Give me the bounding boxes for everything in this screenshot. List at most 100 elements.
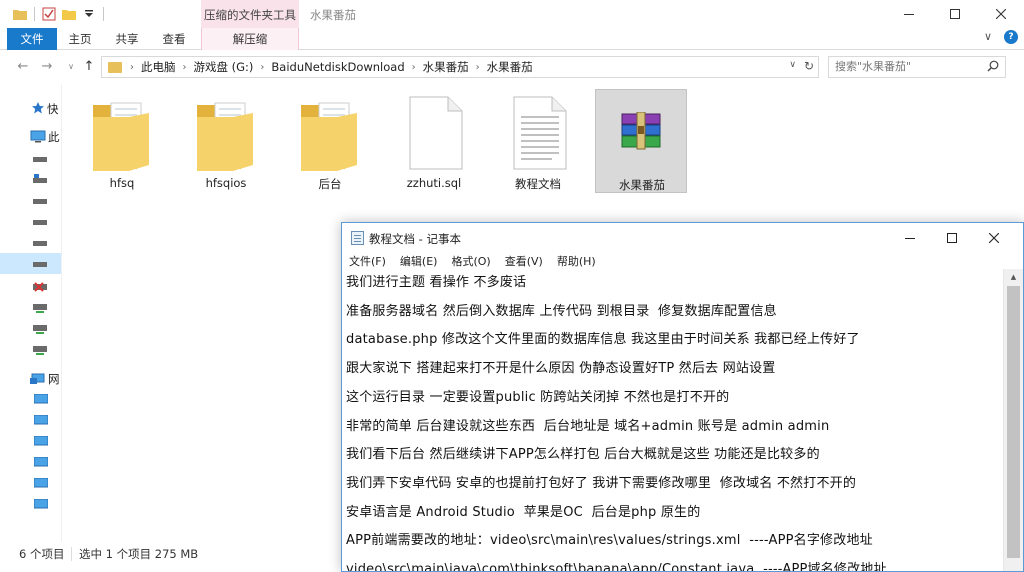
item-name: 教程文档 bbox=[515, 177, 561, 191]
nav-label: 快 bbox=[47, 101, 59, 116]
breadcrumb-this-pc[interactable]: 此电脑 bbox=[141, 59, 176, 75]
nav-network[interactable]: 网 bbox=[0, 368, 61, 389]
selection-info: 选中 1 个项目 275 MB bbox=[79, 547, 199, 561]
notepad-close-button[interactable] bbox=[974, 224, 1014, 252]
nav-drive[interactable] bbox=[0, 148, 61, 169]
ribbon-controls: ∨ ? bbox=[984, 30, 1018, 44]
network-drive-icon bbox=[33, 304, 47, 313]
item-name: zzhuti.sql bbox=[406, 176, 462, 190]
window-title: 水果番茄 bbox=[310, 8, 356, 22]
nav-drive[interactable] bbox=[0, 211, 61, 232]
nav-network-computer[interactable] bbox=[0, 452, 61, 473]
refresh-icon[interactable]: ↻ bbox=[804, 59, 814, 73]
notepad-icon bbox=[351, 231, 364, 245]
nav-drive-selected[interactable] bbox=[0, 253, 61, 274]
search-icon[interactable] bbox=[987, 60, 999, 72]
menu-view[interactable]: 查看(V) bbox=[505, 253, 543, 269]
file-item[interactable]: 教程文档 bbox=[492, 89, 584, 193]
context-tab-group-title: 压缩的文件夹工具 bbox=[201, 0, 299, 28]
text-line: database.php 修改这个文件里面的数据库信息 我这里由于时间关系 我都… bbox=[346, 332, 860, 348]
nav-network-drive[interactable] bbox=[0, 276, 61, 297]
tab-share[interactable]: 共享 bbox=[107, 28, 147, 50]
breadcrumb-drive[interactable]: 游戏盘 (G:) bbox=[194, 59, 254, 75]
drive-icon bbox=[33, 157, 47, 162]
item-name: hfsq bbox=[109, 176, 135, 190]
tab-file[interactable]: 文件 bbox=[7, 28, 57, 50]
text-line: 这个运行目录 一定要设置public 防跨站关闭掉 不然也是打不开的 bbox=[346, 389, 730, 405]
nav-label: 此 bbox=[48, 129, 60, 144]
nav-network-computer[interactable] bbox=[0, 410, 61, 431]
scroll-up-icon[interactable]: ▲ bbox=[1004, 269, 1023, 286]
tab-extract[interactable]: 解压缩 bbox=[201, 28, 299, 50]
text-line: 准备服务器域名 然后倒入数据库 上传代码 到根目录 修复数据库配置信息 bbox=[346, 303, 777, 319]
menu-help[interactable]: 帮助(H) bbox=[557, 253, 596, 269]
nav-label: 网 bbox=[48, 371, 60, 386]
network-drive-icon bbox=[33, 325, 47, 334]
menu-format[interactable]: 格式(O) bbox=[451, 253, 490, 269]
expand-ribbon-icon[interactable]: ∨ bbox=[984, 30, 992, 44]
scrollbar-thumb[interactable] bbox=[1007, 286, 1020, 558]
breadcrumb-download[interactable]: BaiduNetdiskDownload bbox=[271, 60, 404, 74]
item-name: 后台 bbox=[318, 177, 342, 191]
menu-edit[interactable]: 编辑(E) bbox=[400, 253, 438, 269]
folder-icon bbox=[301, 102, 357, 171]
nav-network-computer[interactable] bbox=[0, 431, 61, 452]
nav-this-pc[interactable]: 此 bbox=[0, 126, 61, 147]
notepad-menubar: 文件(F) 编辑(E) 格式(O) 查看(V) 帮助(H) bbox=[342, 253, 1023, 269]
folder-item[interactable]: 后台 bbox=[284, 89, 376, 193]
back-button[interactable]: ← bbox=[14, 59, 32, 75]
notepad-scrollbar[interactable]: ▲ bbox=[1003, 269, 1023, 571]
folder-item[interactable]: hfsqios bbox=[180, 89, 272, 193]
new-folder-icon[interactable] bbox=[61, 6, 77, 22]
text-line: 安卓语言是 Android Studio 苹果是OC 后台是php 原生的 bbox=[346, 504, 701, 520]
nav-network-drive[interactable] bbox=[0, 297, 61, 318]
address-row: ← → ∨ ↑ › 此电脑 › 游戏盘 (G:) › BaiduNetdiskD… bbox=[0, 50, 1024, 84]
archive-item[interactable]: 水果番茄 bbox=[595, 89, 687, 193]
help-icon[interactable]: ? bbox=[1004, 30, 1018, 44]
nav-drive[interactable] bbox=[0, 232, 61, 253]
close-button[interactable] bbox=[978, 0, 1024, 28]
item-name: hfsqios bbox=[205, 176, 247, 190]
computer-icon bbox=[34, 436, 48, 446]
nav-quick-access[interactable]: 快 bbox=[0, 98, 61, 119]
computer-icon bbox=[34, 499, 48, 509]
drive-icon bbox=[33, 241, 47, 246]
star-icon bbox=[32, 102, 44, 114]
nav-drive[interactable] bbox=[0, 190, 61, 211]
customize-toolbar-icon[interactable] bbox=[81, 6, 97, 22]
forward-button[interactable]: → bbox=[38, 59, 56, 75]
disconnected-drive-icon bbox=[33, 282, 47, 292]
file-item[interactable]: zzhuti.sql bbox=[388, 89, 480, 193]
menu-file[interactable]: 文件(F) bbox=[349, 253, 386, 269]
maximize-button[interactable] bbox=[932, 0, 978, 28]
properties-icon[interactable] bbox=[41, 6, 57, 22]
folder-item[interactable]: hfsq bbox=[76, 89, 168, 193]
folder-icon bbox=[197, 102, 253, 171]
search-input[interactable]: 搜索"水果番茄" bbox=[828, 56, 1006, 78]
notepad-minimize-button[interactable] bbox=[890, 224, 930, 252]
folder-icon[interactable] bbox=[12, 6, 28, 22]
network-icon bbox=[30, 373, 45, 384]
text-line: 我们弄下安卓代码 安卓的也提前打包好了 我讲下需要修改哪里 修改域名 不然打不开… bbox=[346, 475, 857, 491]
nav-network-computer[interactable] bbox=[0, 389, 61, 410]
tab-home[interactable]: 主页 bbox=[60, 28, 100, 50]
text-line: 我们看下后台 然后继续讲下APP怎么样打包 后台大概就是这些 功能还是比较多的 bbox=[346, 447, 820, 463]
address-bar[interactable]: › 此电脑 › 游戏盘 (G:) › BaiduNetdiskDownload … bbox=[101, 56, 819, 78]
notepad-maximize-button[interactable] bbox=[932, 224, 972, 252]
up-button[interactable]: ↑ bbox=[80, 59, 98, 75]
breadcrumb-current[interactable]: 水果番茄 bbox=[487, 59, 533, 75]
address-dropdown-icon[interactable]: ∨ bbox=[789, 60, 796, 70]
tab-view[interactable]: 查看 bbox=[154, 28, 194, 50]
minimize-button[interactable] bbox=[886, 0, 932, 28]
notepad-text-area[interactable]: 我们进行主题 看操作 不多废话 准备服务器域名 然后倒入数据库 上传代码 到根目… bbox=[342, 269, 1004, 571]
toolbar-divider bbox=[34, 7, 35, 21]
nav-network-computer[interactable] bbox=[0, 494, 61, 515]
computer-icon bbox=[34, 394, 48, 404]
nav-drive[interactable] bbox=[0, 169, 61, 190]
nav-network-drive[interactable] bbox=[0, 318, 61, 339]
ribbon-tabs: 文件 主页 共享 查看 解压缩 bbox=[0, 28, 1024, 50]
recent-locations-button[interactable]: ∨ bbox=[62, 59, 80, 75]
breadcrumb-folder[interactable]: 水果番茄 bbox=[423, 59, 469, 75]
nav-network-computer[interactable] bbox=[0, 473, 61, 494]
nav-network-drive[interactable] bbox=[0, 339, 61, 360]
